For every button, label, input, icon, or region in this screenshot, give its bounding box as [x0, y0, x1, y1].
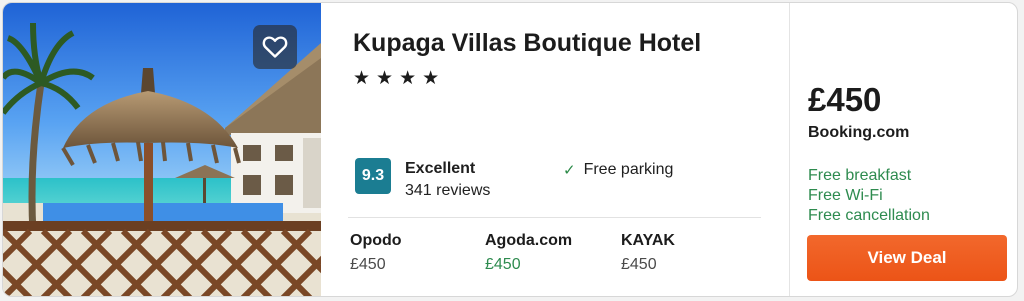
favorite-button[interactable]: [253, 25, 297, 69]
hotel-result-card[interactable]: Kupaga Villas Boutique Hotel ★ ★ ★ ★ 9.3…: [2, 2, 1018, 297]
provider-offer-kayak[interactable]: KAYAK £450: [621, 232, 675, 274]
amenity-free-parking: ✓ Free parking: [563, 161, 673, 179]
perk-item: Free Wi-Fi: [808, 187, 883, 204]
heart-icon: [262, 35, 288, 59]
divider: [789, 3, 790, 296]
hotel-photo[interactable]: [3, 3, 321, 296]
view-deal-button[interactable]: View Deal: [807, 235, 1007, 281]
deal-provider: Booking.com: [808, 124, 910, 141]
perk-item: Free breakfast: [808, 167, 912, 184]
review-count[interactable]: 341 reviews: [405, 182, 490, 200]
check-icon: ✓: [563, 162, 576, 179]
hotel-name[interactable]: Kupaga Villas Boutique Hotel: [353, 29, 701, 58]
star-icon: ★: [422, 68, 440, 89]
rating-score-badge: 9.3: [355, 158, 391, 194]
provider-offer-opodo[interactable]: Opodo £450: [350, 232, 402, 274]
star-rating: ★ ★ ★ ★: [353, 69, 439, 88]
star-icon: ★: [353, 68, 371, 89]
star-icon: ★: [399, 68, 417, 89]
provider-name: KAYAK: [621, 232, 675, 249]
deal-perks: Free breakfast Free Wi-Fi Free cancellat…: [808, 166, 930, 226]
provider-price: £450: [621, 256, 657, 273]
provider-price: £450: [485, 256, 521, 273]
rating-label: Excellent: [405, 160, 476, 177]
star-icon: ★: [376, 68, 394, 89]
amenity-label: Free parking: [583, 161, 674, 178]
divider: [348, 217, 761, 218]
provider-name: Agoda.com: [485, 232, 573, 249]
provider-offer-agoda[interactable]: Agoda.com £450: [485, 232, 572, 274]
perk-item: Free cancellation: [808, 207, 930, 224]
provider-price: £450: [350, 256, 386, 273]
provider-name: Opodo: [350, 232, 402, 249]
deal-price: £450: [808, 81, 882, 118]
